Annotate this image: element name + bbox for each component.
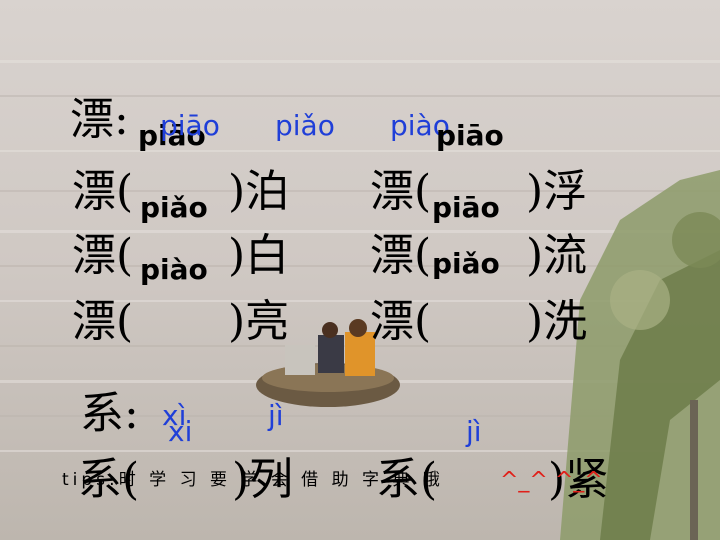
piao-header-pinyin-right: piāo xyxy=(436,119,504,152)
row1-left-pinyin: piǎo xyxy=(140,191,208,224)
row3-left-tail: )亮 xyxy=(228,296,290,347)
piao-header-char: 漂: xyxy=(70,94,129,145)
xi-option-3: jì xyxy=(466,415,482,448)
row2-right-tail: )流 xyxy=(526,230,588,281)
row2-right-pinyin: piǎo xyxy=(432,247,500,280)
piao-option-2: piǎo xyxy=(275,109,335,142)
row2-left-tail: )白 xyxy=(228,230,290,281)
xi-header-pinyin: xi xyxy=(168,415,193,448)
row1-left-tail: )泊 xyxy=(228,166,290,217)
row3-right-tail: )洗 xyxy=(526,296,588,347)
piao-option-1: piāo xyxy=(160,109,220,142)
row3-right-char: 漂( xyxy=(370,296,432,347)
row2-left-pinyin: piào xyxy=(140,253,208,286)
row1-right-char: 漂( xyxy=(370,166,432,217)
row1-right-pinyin: piāo xyxy=(432,191,500,224)
row2-left-char: 漂( xyxy=(72,230,134,281)
row2-right-char: 漂( xyxy=(370,230,432,281)
tip-text: tips:时 学 习 要 学 会 借 助 字 典 哦 xyxy=(62,470,444,490)
xi-header-char: 系: xyxy=(80,388,139,439)
row1-right-tail: )浮 xyxy=(526,166,588,217)
xi-option-2: jì xyxy=(268,399,284,432)
row3-left-char: 漂( xyxy=(72,296,134,347)
smiley-text: ^_^ ^_^ xyxy=(500,468,603,493)
row1-left-char: 漂( xyxy=(72,166,134,217)
